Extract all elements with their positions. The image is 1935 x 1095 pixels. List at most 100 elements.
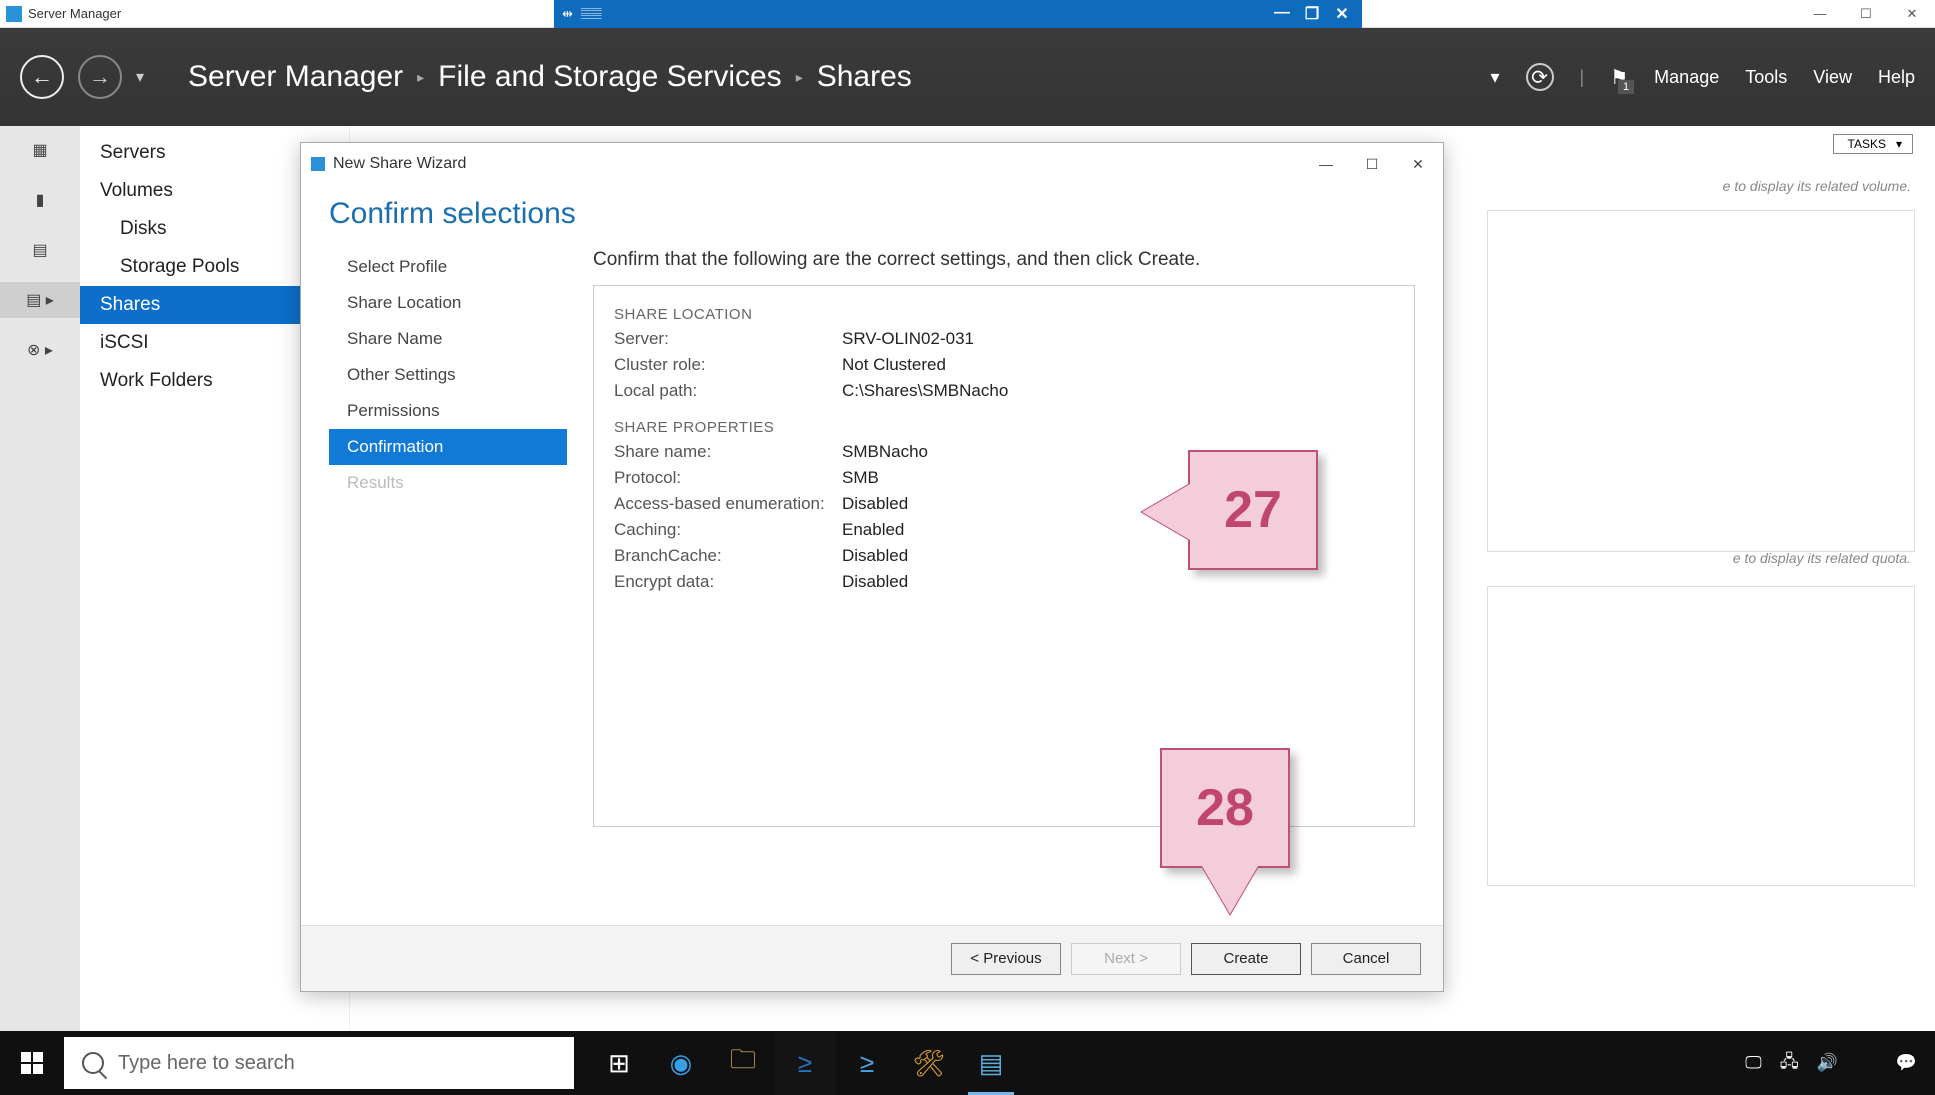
rail-dashboard-icon[interactable]: ▦ [0, 132, 80, 168]
outer-close-button[interactable]: ✕ [1889, 0, 1935, 28]
wizard-step-share-location[interactable]: Share Location [329, 285, 567, 321]
pin-icon: ⇹ [562, 6, 573, 22]
hint-volume-text: e to display its related volume. [1723, 178, 1911, 194]
label-cluster-role: Cluster role: [614, 355, 842, 375]
edge-icon[interactable]: ◉ [650, 1031, 712, 1095]
menu-tools[interactable]: Tools [1745, 67, 1787, 88]
wizard-step-permissions[interactable]: Permissions [329, 393, 567, 429]
system-tray: 🖵 🖧 🔊 💬 [1745, 1049, 1935, 1078]
wizard-maximize-button[interactable]: ☐ [1349, 149, 1395, 179]
wizard-step-other-settings[interactable]: Other Settings [329, 357, 567, 393]
powershell-icon[interactable]: ≥ [774, 1031, 836, 1095]
start-button[interactable] [0, 1031, 64, 1095]
create-button[interactable]: Create [1191, 943, 1301, 975]
powershell-ise-icon[interactable]: ≥ [836, 1031, 898, 1095]
windows-logo-icon [21, 1052, 43, 1074]
cancel-button[interactable]: Cancel [1311, 943, 1421, 975]
nav-forward-button[interactable]: → [78, 55, 122, 99]
breadcrumb-service[interactable]: File and Storage Services [438, 60, 782, 94]
breadcrumb-page[interactable]: Shares [817, 60, 912, 94]
callout-28-text: 28 [1196, 778, 1254, 838]
section-share-location: SHARE LOCATION [614, 306, 1394, 323]
nav-dropdown-icon[interactable]: ▾ [136, 67, 144, 87]
label-local-path: Local path: [614, 381, 842, 401]
callout-28: 28 [1160, 748, 1290, 868]
menu-help[interactable]: Help [1878, 67, 1915, 88]
value-share-name: SMBNacho [842, 442, 928, 462]
label-server: Server: [614, 329, 842, 349]
breadcrumb-root[interactable]: Server Manager [188, 60, 403, 94]
row-local-path: Local path: C:\Shares\SMBNacho [614, 381, 1394, 401]
wizard-titlebar[interactable]: New Share Wizard — ☐ ✕ [301, 143, 1443, 185]
rail-generic-icon[interactable]: ⊗ ▸ [0, 332, 80, 368]
value-server: SRV-OLIN02-031 [842, 329, 974, 349]
left-rail: ▦ ▮ ▤ ▤ ▸ ⊗ ▸ [0, 126, 80, 1031]
server-manager-taskbar-icon[interactable]: ▤ [960, 1031, 1022, 1095]
taskbar-apps: ⊞ ◉ 🗀 ≥ ≥ 🛠 ▤ [588, 1031, 1022, 1095]
nav-back-button[interactable]: ← [20, 55, 64, 99]
search-icon [82, 1052, 104, 1074]
outer-minimize-button[interactable]: — [1797, 0, 1843, 28]
mdi-title-bar: ⇹ 𝄚𝄚 — ❐ ✕ [554, 0, 1362, 28]
value-cluster-role: Not Clustered [842, 355, 946, 375]
chevron-down-icon: ▾ [1896, 137, 1902, 151]
separator: | [1580, 67, 1585, 88]
label-encrypt: Encrypt data: [614, 572, 842, 592]
mdi-close-button[interactable]: ✕ [1330, 4, 1354, 24]
settings-tool-icon[interactable]: 🛠 [898, 1031, 960, 1095]
wizard-step-results: Results [329, 465, 567, 501]
value-local-path: C:\Shares\SMBNacho [842, 381, 1008, 401]
value-protocol: SMB [842, 468, 879, 488]
wizard-step-confirmation[interactable]: Confirmation [329, 429, 567, 465]
row-server: Server: SRV-OLIN02-031 [614, 329, 1394, 349]
task-view-icon[interactable]: ⊞ [588, 1031, 650, 1095]
mdi-minimize-button[interactable]: — [1270, 4, 1294, 24]
menu-manage[interactable]: Manage [1654, 67, 1719, 88]
tray-display-icon[interactable]: 🖵 [1745, 1053, 1761, 1073]
refresh-icon[interactable]: ⟳ [1526, 63, 1554, 91]
server-manager-icon [6, 6, 22, 22]
value-branchcache: Disabled [842, 546, 908, 566]
section-share-properties: SHARE PROPERTIES [614, 419, 1394, 436]
mdi-restore-button[interactable]: ❐ [1300, 4, 1324, 24]
value-abe: Disabled [842, 494, 908, 514]
wizard-step-select-profile[interactable]: Select Profile [329, 249, 567, 285]
file-explorer-icon[interactable]: 🗀 [712, 1031, 774, 1095]
row-encrypt: Encrypt data: Disabled [614, 572, 1394, 592]
previous-button[interactable]: < Previous [951, 943, 1061, 975]
notifications-count: 1 [1618, 80, 1634, 94]
chevron-right-icon: ▸ [796, 69, 803, 86]
row-cluster-role: Cluster role: Not Clustered [614, 355, 1394, 375]
callout-27: 27 [1188, 450, 1318, 570]
tray-volume-icon[interactable]: 🔊 [1817, 1053, 1838, 1073]
label-branchcache: BranchCache: [614, 546, 842, 566]
tray-network-icon[interactable]: 🖧 [1780, 1049, 1799, 1078]
label-share-name: Share name: [614, 442, 842, 462]
rail-all-servers-icon[interactable]: ▤ [0, 232, 80, 268]
notifications-flag-icon[interactable]: ⚑1 [1610, 65, 1628, 90]
wizard-close-button[interactable]: ✕ [1395, 149, 1441, 179]
chevron-right-icon: ▸ [417, 69, 424, 86]
wizard-heading: Confirm selections [301, 185, 1443, 249]
tasks-dropdown[interactable]: TASKS ▾ [1833, 134, 1914, 154]
taskbar-search[interactable]: Type here to search [64, 1037, 574, 1089]
rail-local-server-icon[interactable]: ▮ [0, 182, 80, 218]
arrow-left-icon [1142, 484, 1190, 540]
wizard-step-share-name[interactable]: Share Name [329, 321, 567, 357]
header-dropdown-icon[interactable]: ▾ [1491, 67, 1500, 88]
breadcrumb: Server Manager ▸ File and Storage Servic… [188, 60, 912, 94]
tray-notifications-icon[interactable]: 💬 [1896, 1053, 1917, 1073]
outer-window-title: Server Manager [28, 6, 121, 21]
signal-icon: 𝄚𝄚 [581, 6, 602, 22]
outer-maximize-button[interactable]: ☐ [1843, 0, 1889, 28]
search-placeholder: Type here to search [118, 1052, 295, 1075]
volume-panel-frame [1487, 210, 1915, 552]
label-caching: Caching: [614, 520, 842, 540]
taskbar: Type here to search ⊞ ◉ 🗀 ≥ ≥ 🛠 ▤ 🖵 🖧 🔊 … [0, 1031, 1935, 1095]
menu-view[interactable]: View [1813, 67, 1852, 88]
wizard-icon [311, 157, 325, 171]
label-abe: Access-based enumeration: [614, 494, 842, 514]
quota-panel-frame [1487, 586, 1915, 886]
rail-file-services-icon[interactable]: ▤ ▸ [0, 282, 80, 318]
wizard-minimize-button[interactable]: — [1303, 149, 1349, 179]
